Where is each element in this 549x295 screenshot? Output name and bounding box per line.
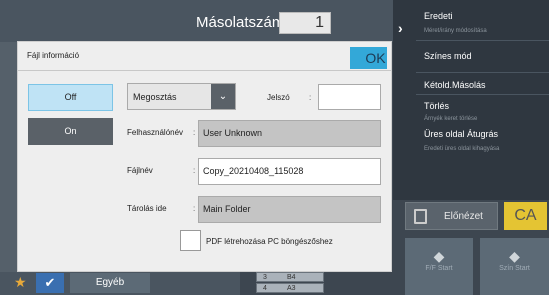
start-icon: ◆ [433, 248, 445, 264]
other-button[interactable]: Egyéb [70, 273, 150, 293]
copies-label: Másolatszám [196, 14, 285, 31]
panel-item-duplex[interactable]: Kétold.Másolás [424, 80, 486, 90]
filename-field[interactable]: Copy_20210408_115028 [198, 158, 381, 185]
color-start-label: Szín Start [499, 265, 530, 272]
on-button[interactable]: On [28, 118, 113, 145]
divider [416, 40, 549, 41]
colon: : [309, 93, 312, 102]
divider [416, 94, 549, 95]
paper-size: A3 [287, 285, 296, 292]
paper-size: B4 [287, 274, 296, 281]
start-icon: ◆ [509, 248, 520, 264]
password-field[interactable] [318, 84, 381, 110]
chevron-down-icon: ⌄ [211, 84, 235, 109]
copies-input[interactable]: 1 [279, 12, 331, 34]
mode-select[interactable]: Megosztás ⌄ [127, 83, 236, 110]
username-field: User Unknown [198, 120, 381, 147]
panel-item-blank-skip-sub: Eredeti üres oldal kihagyása [424, 146, 500, 152]
check-icon[interactable]: ✔ [36, 273, 64, 293]
preview-label: Előnézet [444, 211, 483, 222]
username-label: Felhasználónév [127, 128, 184, 137]
divider [18, 70, 391, 71]
mode-select-value: Megosztás [133, 92, 177, 102]
preview-icon [414, 209, 427, 224]
ok-button[interactable]: OK [350, 47, 387, 69]
panel-item-erase-sub: Árnyék keret törlése [424, 116, 478, 122]
pdf-checkbox-label: PDF létrehozása PC böngészőshez [206, 237, 333, 246]
paper-tray-number: 4 [263, 285, 267, 292]
pdf-checkbox[interactable] [180, 230, 201, 251]
password-label: Jelszó [267, 93, 290, 102]
color-start-button[interactable]: ◆ Szín Start [480, 238, 549, 295]
bw-start-label: F/F Start [425, 265, 453, 272]
star-icon[interactable]: ★ [14, 274, 27, 291]
storage-label: Tárolás ide [127, 204, 167, 213]
panel-item-color-mode[interactable]: Színes mód [424, 51, 472, 61]
panel-item-erase[interactable]: Törlés [424, 101, 449, 111]
storage-field[interactable]: Main Folder [198, 196, 381, 223]
colon: : [193, 204, 196, 213]
chevron-right-icon[interactable]: › [398, 20, 403, 36]
paper-tray-number: 3 [263, 274, 267, 281]
paper-tray-4[interactable]: 4 A3 [256, 283, 324, 293]
bw-start-button[interactable]: ◆ F/F Start [405, 238, 473, 295]
filename-label: Fájlnév [127, 166, 153, 175]
panel-item-eredeti[interactable]: Eredeti [424, 11, 453, 21]
preview-button[interactable]: Előnézet [405, 202, 498, 230]
paper-tray-3[interactable]: 3 B4 [256, 272, 324, 282]
panel-item-eredeti-sub: Méret/irány módosítása [424, 28, 487, 34]
divider [416, 72, 549, 73]
ca-button[interactable]: CA [504, 202, 547, 230]
off-button[interactable]: Off [28, 84, 113, 111]
file-info-dialog: Fájl információ [17, 41, 392, 272]
panel-item-blank-skip[interactable]: Üres oldal Átugrás [424, 129, 498, 139]
ok-label: OK [365, 50, 386, 66]
left-strip [0, 42, 18, 272]
dialog-title: Fájl információ [27, 51, 80, 60]
colon: : [193, 166, 196, 175]
colon: : [193, 128, 196, 137]
